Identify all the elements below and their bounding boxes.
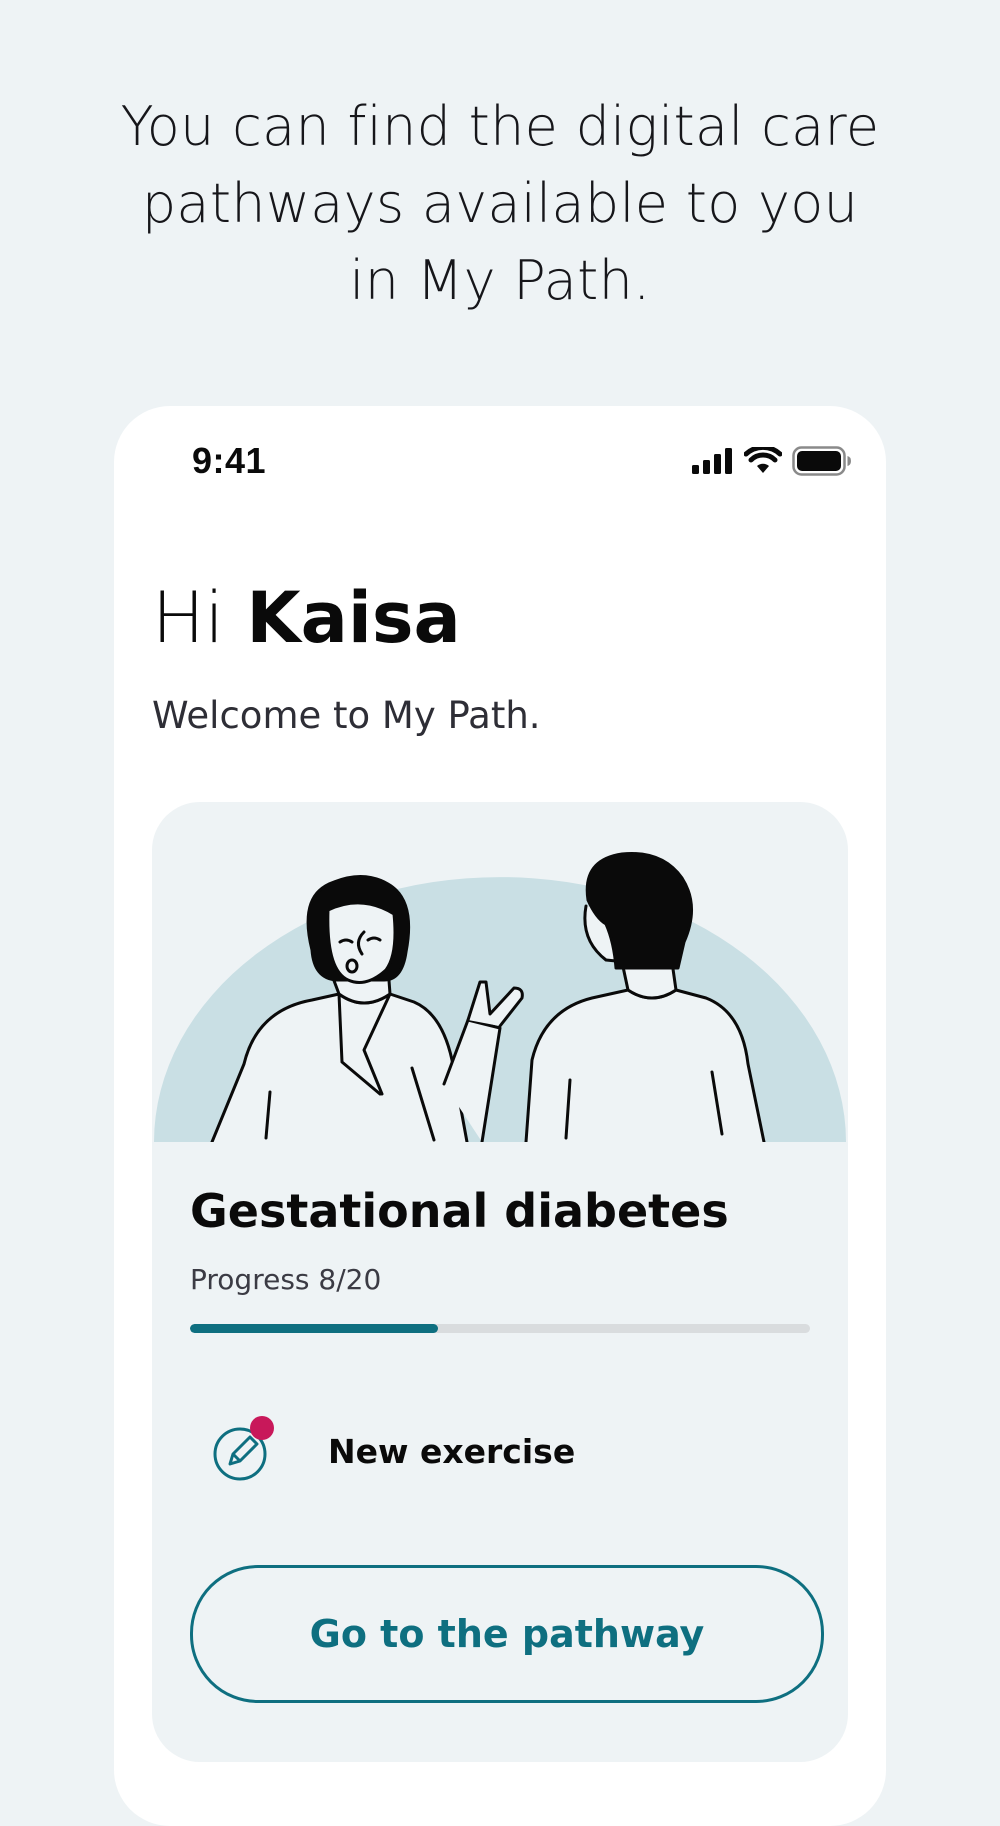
cellular-signal-icon: [692, 448, 732, 474]
wifi-icon: [744, 447, 782, 473]
progress-label: Progress 8/20: [190, 1263, 382, 1296]
greeting-hi: Hi: [152, 577, 225, 659]
phone-mockup: 9:41 Hi Kaisa Welcome to My Path. Gestat…: [114, 406, 886, 1826]
welcome-text: Welcome to My Path.: [152, 694, 541, 737]
pathway-title: Gestational diabetes: [190, 1184, 729, 1238]
pathway-card: Gestational diabetes Progress 8/20 New e…: [152, 802, 848, 1762]
doctor-and-patient-illustration: [154, 852, 846, 1142]
notification-dot: [250, 1416, 274, 1440]
go-to-pathway-button[interactable]: Go to the pathway: [190, 1565, 824, 1703]
progress-bar: [190, 1324, 810, 1333]
greeting-user-name: Kaisa: [246, 577, 461, 659]
status-bar-time: 9:41: [192, 440, 267, 481]
progress-bar-fill: [190, 1324, 438, 1333]
new-exercise-label: New exercise: [328, 1432, 576, 1471]
edit-pencil-icon: [213, 1416, 274, 1481]
new-exercise-item[interactable]: New exercise: [190, 1410, 810, 1500]
status-bar-icons: [692, 444, 852, 478]
battery-icon: [792, 446, 851, 476]
greeting-heading: Hi Kaisa: [152, 578, 461, 658]
intro-headline: You can find the digital care pathways a…: [120, 95, 880, 312]
